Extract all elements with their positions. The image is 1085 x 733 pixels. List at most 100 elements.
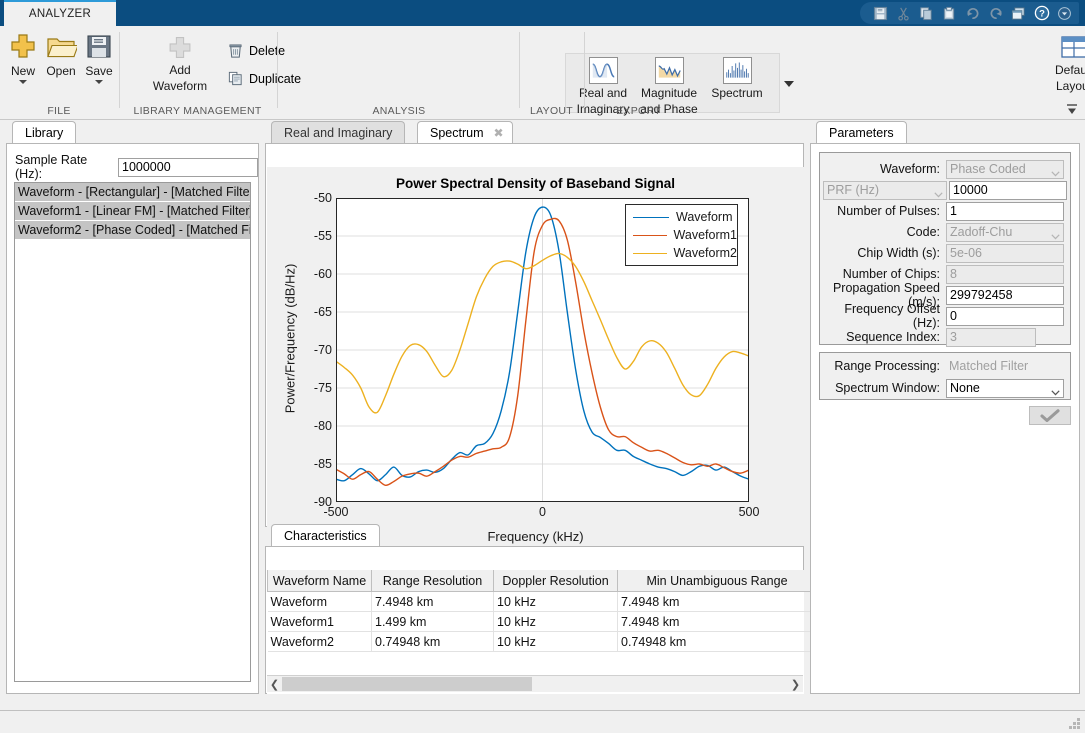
tab-library[interactable]: Library — [12, 121, 76, 144]
y-axis-tick: -85 — [292, 457, 332, 471]
redo-icon[interactable] — [985, 3, 1006, 23]
column-header[interactable]: Min Unambiguous Range — [618, 570, 817, 592]
floppy-disk-icon — [83, 32, 115, 62]
save-icon[interactable] — [870, 3, 891, 23]
save-button[interactable]: Save — [80, 32, 118, 84]
scrollbar-thumb[interactable] — [282, 677, 532, 691]
chart-legend: WaveformWaveform1Waveform2 — [625, 204, 738, 266]
parameter-select[interactable]: Zadoff-Chu — [946, 223, 1064, 242]
tab-spectrum-label: Spectrum — [430, 126, 484, 140]
quick-access-dropdown-icon[interactable] — [1054, 3, 1075, 23]
open-button[interactable]: Open — [42, 32, 80, 78]
close-icon[interactable]: ✖ — [494, 126, 504, 140]
legend-label: Waveform — [676, 210, 733, 224]
table-row[interactable]: Waveform 7.4948 km 10 kHz 7.4948 km — [268, 592, 817, 612]
scroll-left-icon[interactable]: ❮ — [267, 678, 282, 691]
y-axis-tick: -80 — [292, 419, 332, 433]
parameter-value-input[interactable]: 5e-06 — [946, 244, 1064, 263]
parameter-value-input[interactable]: 0 — [946, 307, 1064, 326]
table-cell: Waveform — [268, 592, 372, 612]
ribbon-separator-4 — [584, 32, 585, 108]
ribbon: New Open Save FILE Add Waveform Delete D… — [0, 26, 1085, 120]
checkmark-icon — [1039, 409, 1061, 422]
parameters-panel: Waveform:Phase CodedPRF (Hz)10000Number … — [810, 143, 1080, 694]
column-header[interactable]: Range Resolution — [372, 570, 494, 592]
processing-parameters-group: Range Processing:Matched FilterSpectrum … — [819, 352, 1071, 400]
y-axis-tick: -65 — [292, 305, 332, 319]
x-axis-tick: 0 — [539, 505, 546, 519]
tab-analyzer-label: ANALYZER — [29, 8, 91, 20]
document-tabbar: Real and Imaginary Spectrum ✖ — [265, 121, 804, 144]
list-item[interactable]: Waveform2 - [Phase Coded] - [Matched Fil… — [15, 221, 250, 239]
parameter-label: Number of Chips: — [820, 267, 944, 281]
parameter-row: Frequency Offset (Hz):0 — [820, 306, 1070, 326]
trash-icon — [227, 42, 244, 59]
tab-spectrum[interactable]: Spectrum ✖ — [417, 121, 513, 144]
parameter-row: Number of Pulses:1 — [820, 201, 1070, 221]
parameter-select[interactable]: PRF (Hz) — [823, 181, 947, 200]
scroll-right-icon[interactable]: ❯ — [788, 678, 803, 691]
save-button-label: Save — [85, 65, 112, 78]
cut-icon[interactable] — [893, 3, 914, 23]
ribbon-group-layout: Default Layout LAYOUT — [521, 26, 582, 119]
ribbon-group-export: Generate Simulink Export EXPORT — [586, 26, 691, 119]
parameter-row: Sequence Index:3 — [820, 327, 1070, 347]
resize-grip[interactable] — [1069, 718, 1080, 729]
copy-icon[interactable] — [916, 3, 937, 23]
list-item[interactable]: Waveform - [Rectangular] - [Matched Filt… — [15, 183, 250, 201]
characteristics-table: Waveform Name Range Resolution Doppler R… — [267, 570, 817, 652]
parameter-value-input: Matched Filter — [946, 357, 1064, 376]
characteristics-panel: Waveform Name Range Resolution Doppler R… — [265, 546, 804, 694]
parameter-value-input[interactable]: 299792458 — [946, 286, 1064, 305]
apply-button[interactable] — [1029, 406, 1071, 425]
parameter-select[interactable]: None — [946, 379, 1064, 398]
add-waveform-button[interactable]: Add Waveform — [138, 34, 222, 93]
tab-real-and-imaginary[interactable]: Real and Imaginary — [271, 121, 405, 144]
table-cell: Waveform2 — [268, 632, 372, 652]
parameter-select[interactable]: Phase Coded — [946, 160, 1064, 179]
parameters-tabbar: Parameters — [810, 121, 1080, 144]
parameter-value-input[interactable]: 1 — [946, 202, 1064, 221]
spectrum-chart: Power Spectral Density of Baseband Signa… — [267, 167, 804, 527]
table-row[interactable]: Waveform1 1.499 km 10 kHz 7.4948 km — [268, 612, 817, 632]
undo-icon[interactable] — [962, 3, 983, 23]
chevron-down-icon — [934, 187, 943, 193]
tab-characteristics[interactable]: Characteristics — [271, 524, 380, 547]
parameter-row: Waveform:Phase Coded — [820, 159, 1070, 179]
parameter-value-input[interactable]: 8 — [946, 265, 1064, 284]
parameter-label: Code: — [820, 225, 944, 239]
table-row[interactable]: Waveform2 0.74948 km 10 kHz 0.74948 km — [268, 632, 817, 652]
waveform-list[interactable]: Waveform - [Rectangular] - [Matched Filt… — [14, 182, 251, 682]
scrollbar-track[interactable] — [282, 677, 788, 691]
new-dropdown-caret[interactable] — [19, 80, 27, 84]
ribbon-group-layout-label: LAYOUT — [521, 105, 582, 117]
waveform-parameters-group: Waveform:Phase CodedPRF (Hz)10000Number … — [819, 152, 1071, 345]
save-dropdown-caret[interactable] — [95, 80, 103, 84]
open-button-label: Open — [46, 65, 75, 78]
parameter-value-input[interactable]: 3 — [946, 328, 1036, 347]
table-cell: 10 kHz — [494, 612, 618, 632]
list-item[interactable]: Waveform1 - [Linear FM] - [Matched Filte… — [15, 202, 250, 220]
ribbon-separator-3 — [519, 32, 520, 108]
ribbon-group-file: New Open Save FILE — [0, 26, 118, 119]
collapse-ribbon-button[interactable] — [1065, 103, 1079, 116]
new-button[interactable]: New — [4, 32, 42, 84]
switch-windows-icon[interactable] — [1008, 3, 1029, 23]
default-layout-button[interactable]: Default Layout — [1050, 34, 1085, 93]
parameter-row: Spectrum Window:None — [820, 378, 1070, 398]
parameter-value-input[interactable]: 10000 — [949, 181, 1067, 200]
tab-parameters[interactable]: Parameters — [816, 121, 907, 144]
legend-color-swatch — [633, 253, 667, 254]
paste-icon[interactable] — [939, 3, 960, 23]
help-icon[interactable]: ? — [1031, 3, 1052, 23]
analysis-more-caret[interactable] — [784, 81, 794, 87]
ribbon-group-library-management: Add Waveform Delete Duplicate LIBRARY MA… — [120, 26, 275, 119]
characteristics-horizontal-scrollbar[interactable]: ❮ ❯ — [267, 675, 803, 692]
sample-rate-input[interactable] — [118, 158, 258, 177]
layout-grid-icon — [1060, 34, 1085, 61]
tab-analyzer[interactable]: ANALYZER — [4, 0, 116, 26]
column-header[interactable]: Doppler Resolution — [494, 570, 618, 592]
column-header[interactable]: Waveform Name — [268, 570, 372, 592]
add-waveform-label-1: Add — [169, 64, 190, 77]
spectrum-button[interactable]: Spectrum — [707, 57, 767, 100]
